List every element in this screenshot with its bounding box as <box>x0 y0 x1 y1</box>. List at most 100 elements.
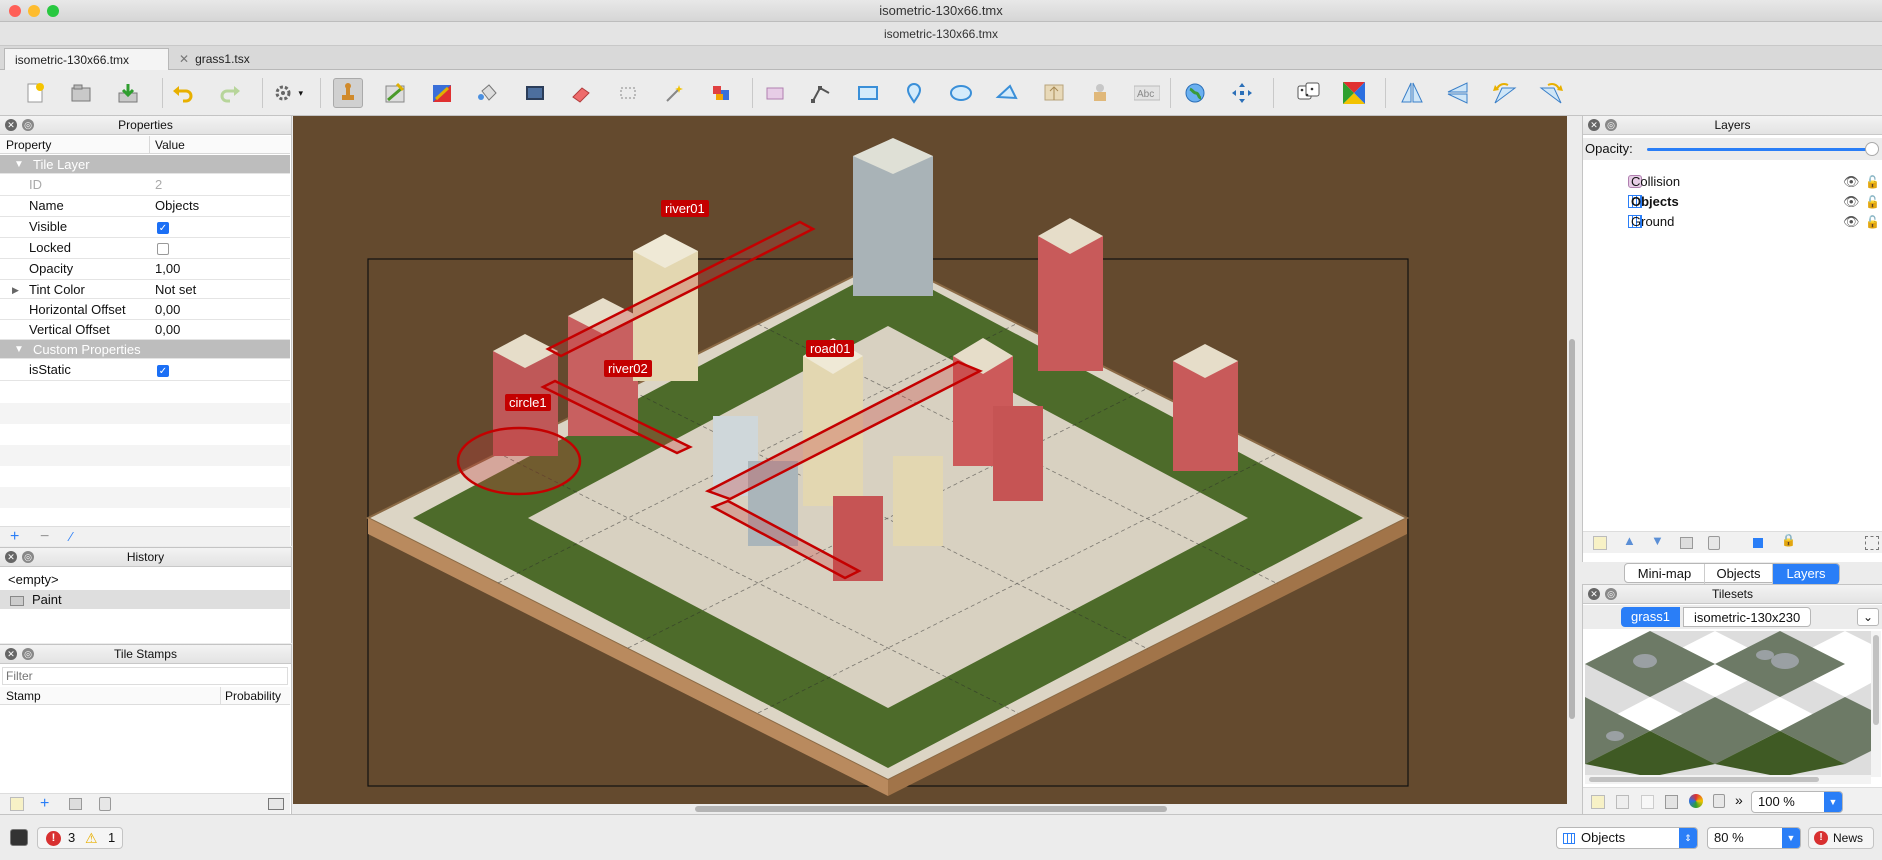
wang-fill-mode-icon[interactable] <box>1339 78 1369 108</box>
float-panel-icon[interactable]: ◎ <box>1605 588 1617 600</box>
vertical-scrollbar[interactable] <box>1567 116 1577 810</box>
property-row-opacity[interactable]: Opacity 1,00 <box>0 259 290 280</box>
eye-icon[interactable]: 👁 <box>1843 212 1860 232</box>
random-mode-dice-icon[interactable] <box>1293 78 1323 108</box>
wang-brush-icon[interactable] <box>427 78 457 108</box>
opacity-slider-handle[interactable] <box>1865 142 1879 156</box>
highlight-layer-icon[interactable] <box>1753 538 1763 548</box>
terrain-brush-icon[interactable] <box>380 78 410 108</box>
isstatic-checkbox[interactable]: ✓ <box>157 364 169 377</box>
magic-wand-icon[interactable] <box>659 78 689 108</box>
delete-stamp-icon[interactable] <box>99 797 111 811</box>
map-canvas[interactable]: river01 river02 road01 circle1 <box>293 116 1567 810</box>
tileset-tab-isometric[interactable]: isometric-130x230 <box>1683 607 1812 627</box>
shape-fill-icon[interactable] <box>520 78 550 108</box>
property-row-vertical-offset[interactable]: Vertical Offset 0,00 <box>0 320 290 340</box>
history-item-selected[interactable]: Paint <box>0 590 290 609</box>
open-stamp-folder-icon[interactable] <box>268 798 284 810</box>
property-row-id[interactable]: ID 2 <box>0 175 290 196</box>
property-row-visible[interactable]: Visible ✓ <box>0 217 290 238</box>
history-item[interactable]: <empty> <box>0 570 290 589</box>
group-custom-properties[interactable]: ▼ Custom Properties <box>0 340 290 359</box>
lower-layer-icon[interactable]: ▼ <box>1651 533 1664 548</box>
terrain-icon[interactable] <box>1689 794 1703 808</box>
edit-polygons-icon[interactable] <box>806 78 836 108</box>
property-row-tint-color[interactable]: ▶ Tint Color Not set <box>0 280 290 299</box>
edit-tileset-icon[interactable] <box>1665 795 1678 809</box>
close-panel-icon[interactable]: ✕ <box>1588 119 1600 131</box>
delete-tileset-icon[interactable] <box>1713 794 1725 808</box>
save-file-icon[interactable] <box>113 78 143 108</box>
object-label-road01[interactable]: road01 <box>806 340 855 357</box>
console-icon[interactable] <box>10 829 28 846</box>
delete-layer-icon[interactable] <box>1708 536 1720 550</box>
issues-button[interactable]: ! 3 ⚠ 1 <box>37 827 123 849</box>
eye-icon[interactable]: 👁 <box>1843 192 1860 212</box>
remove-property-icon[interactable]: − <box>40 527 49 547</box>
move-arrows-icon[interactable] <box>1227 78 1257 108</box>
export-tileset-icon[interactable] <box>1641 795 1654 809</box>
chevron-down-icon[interactable]: ⌄ <box>1857 608 1879 626</box>
float-panel-icon[interactable]: ◎ <box>22 119 34 131</box>
tileset-hscrollbar[interactable] <box>1585 775 1871 784</box>
new-stamp-icon[interactable] <box>10 797 24 811</box>
property-row-name[interactable]: Name Objects <box>0 196 290 217</box>
property-row-horizontal-offset[interactable]: Horizontal Offset 0,00 <box>0 300 290 320</box>
eye-icon[interactable]: 👁 <box>1843 172 1860 192</box>
rectangular-select-icon[interactable] <box>613 78 643 108</box>
tab-mini-map[interactable]: Mini-map <box>1625 564 1705 584</box>
insert-text-icon[interactable]: Abc <box>1132 78 1162 108</box>
insert-point-icon[interactable] <box>899 78 929 108</box>
insert-template-icon[interactable] <box>1085 78 1115 108</box>
insert-ellipse-icon[interactable] <box>946 78 976 108</box>
locked-checkbox[interactable] <box>157 242 169 255</box>
rename-property-icon[interactable]: ⁄ <box>70 527 72 547</box>
object-label-river01[interactable]: river01 <box>661 200 709 217</box>
float-panel-icon[interactable]: ◎ <box>22 648 34 660</box>
duplicate-stamp-icon[interactable] <box>69 798 82 810</box>
stamp-brush-icon[interactable] <box>333 78 363 108</box>
gear-icon[interactable]: ▾ <box>273 78 303 108</box>
vertical-scroll-thumb[interactable] <box>1569 339 1575 719</box>
tab-layers[interactable]: Layers <box>1773 564 1839 584</box>
horizontal-scrollbar[interactable] <box>293 804 1567 814</box>
duplicate-layer-icon[interactable] <box>1680 537 1693 549</box>
tab-isometric-map[interactable]: isometric-130x66.tmx <box>4 48 169 70</box>
object-label-river02[interactable]: river02 <box>604 360 652 377</box>
news-button[interactable]: ! News <box>1808 827 1874 849</box>
undo-icon[interactable] <box>168 78 198 108</box>
select-same-tile-icon[interactable] <box>706 78 736 108</box>
isometric-map-view[interactable] <box>293 116 1567 810</box>
float-panel-icon[interactable]: ◎ <box>22 551 34 563</box>
horizontal-scroll-thumb[interactable] <box>695 806 1167 812</box>
insert-rectangle-icon[interactable] <box>853 78 883 108</box>
float-panel-icon[interactable]: ◎ <box>1605 119 1617 131</box>
tileset-tab-grass1[interactable]: grass1 <box>1621 607 1681 627</box>
new-layer-icon[interactable] <box>1593 536 1607 550</box>
tileset-view[interactable] <box>1585 631 1871 777</box>
rotate-left-icon[interactable] <box>1490 78 1520 108</box>
lock-all-icon[interactable]: 🔒 <box>1781 533 1796 547</box>
layer-row-collision[interactable]: Collision 👁 🔓 <box>1583 172 1880 192</box>
current-layer-combo[interactable]: Objects ⇕ <box>1556 827 1698 849</box>
new-file-icon[interactable] <box>20 78 50 108</box>
object-label-circle1[interactable]: circle1 <box>505 394 551 411</box>
bucket-fill-icon[interactable] <box>473 78 503 108</box>
close-panel-icon[interactable]: ✕ <box>5 648 17 660</box>
layer-options-icon[interactable] <box>1865 536 1879 550</box>
stamp-filter-input[interactable] <box>2 667 288 685</box>
zoom-combo[interactable]: 80 % ▼ <box>1707 827 1801 849</box>
more-tools-icon[interactable]: » <box>1735 792 1743 808</box>
insert-polygon-icon[interactable] <box>992 78 1022 108</box>
layer-row-ground[interactable]: Ground 👁 🔓 <box>1583 212 1880 232</box>
flip-vertical-icon[interactable] <box>1443 78 1473 108</box>
rotate-right-icon[interactable] <box>1536 78 1566 108</box>
new-tileset-icon[interactable] <box>1591 795 1605 809</box>
tileset-vscrollbar[interactable] <box>1871 631 1881 777</box>
open-file-icon[interactable] <box>66 78 96 108</box>
embed-tileset-icon[interactable] <box>1616 795 1629 809</box>
property-row-isstatic[interactable]: isStatic ✓ <box>0 360 290 381</box>
zoom-window-button[interactable] <box>47 5 59 17</box>
close-panel-icon[interactable]: ✕ <box>5 551 17 563</box>
close-window-button[interactable] <box>9 5 21 17</box>
